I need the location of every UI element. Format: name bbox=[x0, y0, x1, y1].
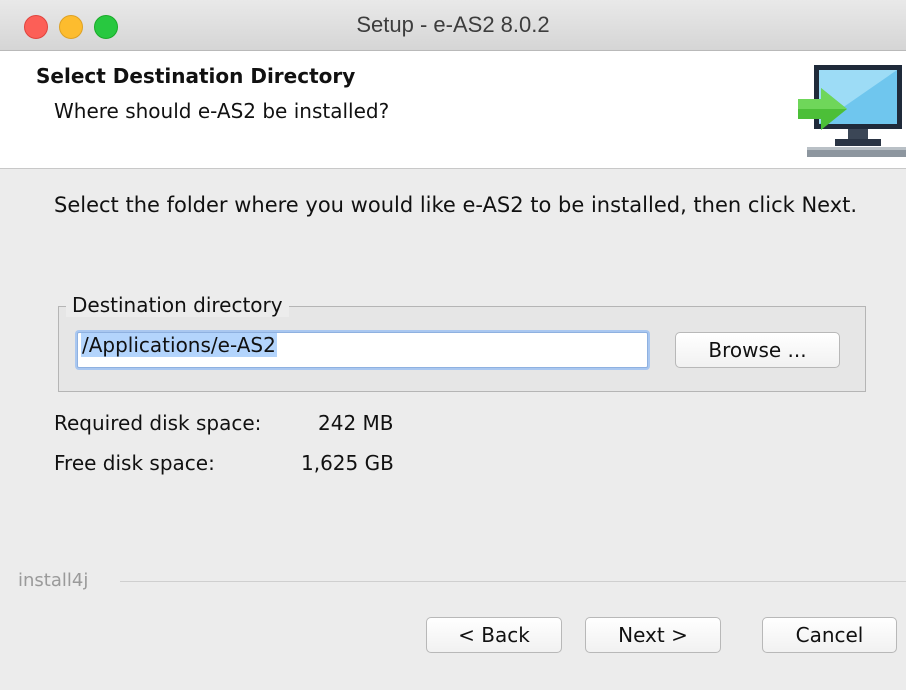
browse-button[interactable]: Browse ... bbox=[675, 332, 840, 368]
cancel-button[interactable]: Cancel bbox=[762, 617, 897, 653]
title-bar[interactable]: Setup - e-AS2 8.0.2 bbox=[0, 0, 906, 51]
free-space-value: 1,625 GB bbox=[301, 451, 394, 475]
required-space-label: Required disk space: bbox=[54, 411, 262, 435]
footer-divider bbox=[120, 581, 906, 582]
destination-path-input[interactable]: /Applications/e-AS2 bbox=[77, 332, 648, 368]
back-button[interactable]: < Back bbox=[426, 617, 562, 653]
setup-window: Setup - e-AS2 8.0.2 Select Destination D… bbox=[0, 0, 906, 690]
next-button[interactable]: Next > bbox=[585, 617, 721, 653]
page-subtitle: Where should e-AS2 be installed? bbox=[54, 99, 390, 123]
free-space-label: Free disk space: bbox=[54, 451, 215, 475]
destination-legend: Destination directory bbox=[66, 293, 289, 317]
required-space-value: 242 MB bbox=[318, 411, 394, 435]
instructions-text: Select the folder where you would like e… bbox=[54, 193, 858, 217]
destination-path-value: /Applications/e-AS2 bbox=[81, 333, 277, 357]
wizard-header: Select Destination Directory Where shoul… bbox=[0, 51, 906, 169]
window-title: Setup - e-AS2 8.0.2 bbox=[356, 12, 550, 37]
install-monitor-icon bbox=[798, 65, 906, 157]
installer-brand: install4j bbox=[18, 570, 89, 591]
page-title: Select Destination Directory bbox=[36, 64, 356, 88]
